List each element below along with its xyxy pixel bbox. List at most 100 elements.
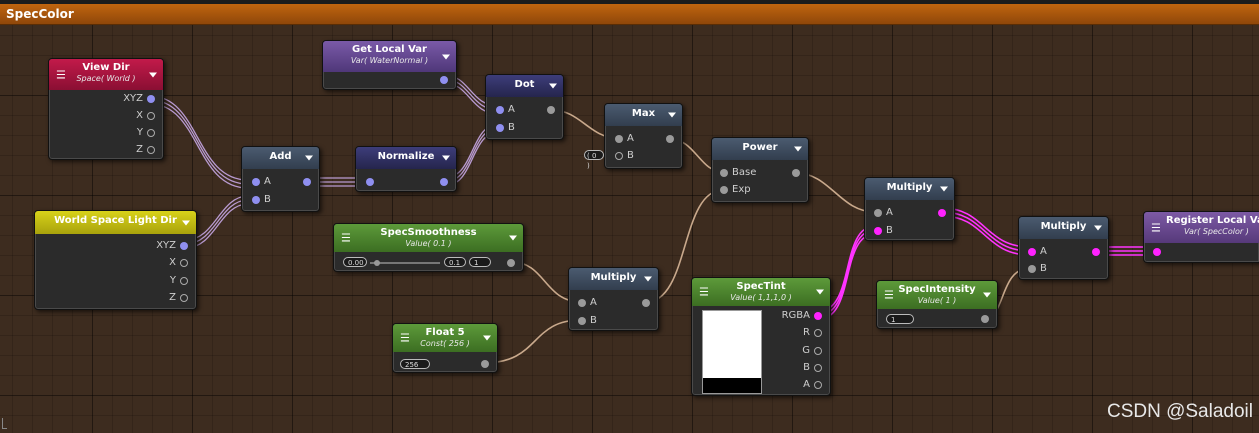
chevron-down-icon[interactable] xyxy=(483,335,491,341)
get-local-var-node[interactable]: Get Local Var Var( WaterNormal ) xyxy=(322,40,457,90)
power-node[interactable]: Power Base Exp xyxy=(711,137,809,203)
value-slider[interactable] xyxy=(370,262,440,264)
output-port[interactable] xyxy=(792,169,800,177)
chevron-down-icon[interactable] xyxy=(149,72,157,77)
multiply-1-header[interactable]: Multiply xyxy=(569,268,658,290)
input-port-b[interactable] xyxy=(874,227,882,235)
normalize-header[interactable]: Normalize xyxy=(356,147,456,169)
input-port-base[interactable] xyxy=(720,169,728,177)
dot-node[interactable]: Dot A B xyxy=(485,74,564,140)
spec-tint-header[interactable]: ☰ SpecTint Value( 1,1,1,0 ) xyxy=(692,278,830,306)
input-port-a[interactable] xyxy=(874,209,882,217)
input-port-b[interactable] xyxy=(252,196,260,204)
world-light-header[interactable]: World Space Light Dir xyxy=(35,211,196,234)
slider-value-field[interactable]: 0.1 xyxy=(444,257,466,267)
chevron-down-icon[interactable] xyxy=(182,220,190,225)
spec-tint-node[interactable]: ☰ SpecTint Value( 1,1,1,0 ) RGBA R G B A xyxy=(691,277,831,396)
max-node[interactable]: Max A B xyxy=(604,103,683,169)
output-port-y[interactable] xyxy=(180,277,188,285)
get-local-var-header[interactable]: Get Local Var Var( WaterNormal ) xyxy=(323,41,456,72)
input-port-b[interactable] xyxy=(496,124,504,132)
chevron-down-icon[interactable] xyxy=(940,186,948,192)
chevron-down-icon[interactable] xyxy=(305,155,313,161)
chevron-down-icon[interactable] xyxy=(644,276,652,282)
input-port-a[interactable] xyxy=(1028,248,1036,256)
spec-intensity-value-field[interactable]: 1 xyxy=(886,314,914,324)
chevron-down-icon[interactable] xyxy=(794,146,802,152)
output-port[interactable] xyxy=(981,315,989,323)
output-port-rgba[interactable] xyxy=(814,312,822,320)
input-port-a[interactable] xyxy=(615,135,623,143)
register-local-var-node[interactable]: ☰ Register Local Var Var( SpecColor ) xyxy=(1143,211,1259,263)
output-port[interactable] xyxy=(481,360,489,368)
output-port[interactable] xyxy=(666,135,674,143)
hamburger-icon[interactable]: ☰ xyxy=(699,286,709,299)
output-port[interactable] xyxy=(642,299,650,307)
hamburger-icon[interactable]: ☰ xyxy=(56,68,66,81)
input-port-a[interactable] xyxy=(496,106,504,114)
power-header[interactable]: Power xyxy=(712,138,808,160)
output-port[interactable] xyxy=(938,209,946,217)
output-port-x[interactable] xyxy=(180,259,188,267)
register-local-var-header[interactable]: ☰ Register Local Var Var( SpecColor ) xyxy=(1144,212,1259,243)
add-header[interactable]: Add xyxy=(242,147,319,169)
multiply-node-1[interactable]: Multiply A B xyxy=(568,267,659,331)
max-header[interactable]: Max xyxy=(605,104,682,126)
output-port-r[interactable] xyxy=(814,329,822,337)
chevron-down-icon[interactable] xyxy=(442,54,450,59)
hamburger-icon[interactable]: ☰ xyxy=(341,232,351,245)
output-port[interactable] xyxy=(547,106,555,114)
hamburger-icon[interactable]: ☰ xyxy=(400,332,410,345)
input-port[interactable] xyxy=(1153,248,1161,256)
output-port[interactable] xyxy=(440,76,448,84)
input-port-b[interactable] xyxy=(615,152,623,160)
add-node[interactable]: Add A B xyxy=(241,146,320,212)
output-port-xyz[interactable] xyxy=(147,95,155,103)
input-port-b[interactable] xyxy=(1028,265,1036,273)
hamburger-icon[interactable]: ☰ xyxy=(884,289,894,302)
slider-handle[interactable] xyxy=(374,260,380,266)
multiply-2-header[interactable]: Multiply xyxy=(865,178,954,200)
output-port-z[interactable] xyxy=(180,294,188,302)
output-port[interactable] xyxy=(303,178,311,186)
view-dir-node[interactable]: ☰ View Dir Space( World ) XYZ X Y Z xyxy=(48,58,164,160)
input-port[interactable] xyxy=(366,178,374,186)
multiply-node-3[interactable]: Multiply A B xyxy=(1018,216,1109,280)
output-port[interactable] xyxy=(1092,248,1100,256)
chevron-down-icon[interactable] xyxy=(816,289,824,295)
float5-header[interactable]: ☰ Float 5 Const( 256 ) xyxy=(393,324,497,352)
input-port-a[interactable] xyxy=(252,178,260,186)
view-dir-header[interactable]: ☰ View Dir Space( World ) xyxy=(49,59,163,90)
dot-header[interactable]: Dot xyxy=(486,75,563,97)
output-port-g[interactable] xyxy=(814,347,822,355)
output-port-xyz[interactable] xyxy=(180,242,188,250)
chevron-down-icon[interactable] xyxy=(509,235,517,241)
slider-min-field[interactable]: 0.00 xyxy=(343,257,367,267)
input-port-b[interactable] xyxy=(578,317,586,325)
spec-smoothness-header[interactable]: ☰ SpecSmoothness Value( 0.1 ) xyxy=(334,224,523,252)
output-port-y[interactable] xyxy=(147,129,155,137)
output-port-b[interactable] xyxy=(814,364,822,372)
chevron-down-icon[interactable] xyxy=(983,292,991,298)
multiply-node-2[interactable]: Multiply A B xyxy=(864,177,955,241)
chevron-down-icon[interactable] xyxy=(549,83,557,89)
output-port-a[interactable] xyxy=(814,381,822,389)
slider-max-field[interactable]: 1 xyxy=(469,257,491,267)
output-port[interactable] xyxy=(507,259,515,267)
max-b-default-value[interactable]: ( 0 ) xyxy=(584,150,604,170)
chevron-down-icon[interactable] xyxy=(668,112,676,118)
spec-intensity-header[interactable]: ☰ SpecIntensity Value( 1 ) xyxy=(877,281,997,309)
world-space-light-dir-node[interactable]: World Space Light Dir XYZ X Y Z xyxy=(34,210,197,310)
spec-smoothness-node[interactable]: ☰ SpecSmoothness Value( 0.1 ) 0.00 0.1 1 xyxy=(333,223,524,272)
graph-canvas[interactable]: ☰ View Dir Space( World ) XYZ X Y Z Get … xyxy=(0,0,1259,433)
float5-node[interactable]: ☰ Float 5 Const( 256 ) 256 xyxy=(392,323,498,373)
spec-intensity-node[interactable]: ☰ SpecIntensity Value( 1 ) 1 xyxy=(876,280,998,329)
float5-value-field[interactable]: 256 xyxy=(400,359,430,369)
input-port-a[interactable] xyxy=(578,299,586,307)
hamburger-icon[interactable]: ☰ xyxy=(1151,221,1161,234)
normalize-node[interactable]: Normalize xyxy=(355,146,457,192)
multiply-3-header[interactable]: Multiply xyxy=(1019,217,1108,239)
resize-corner-icon[interactable] xyxy=(2,418,7,429)
input-port-exp[interactable] xyxy=(720,186,728,194)
output-port-z[interactable] xyxy=(147,146,155,154)
